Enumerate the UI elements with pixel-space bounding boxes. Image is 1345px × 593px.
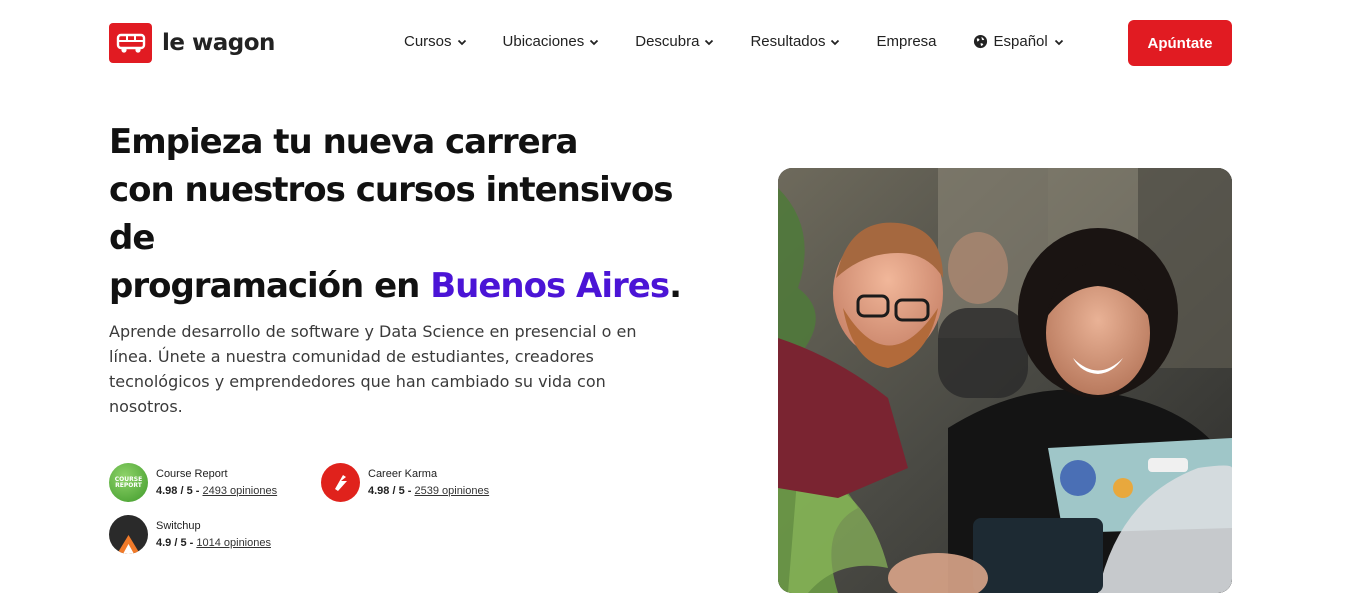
nav-item-label: Empresa xyxy=(876,33,937,50)
review-count-link[interactable]: 2493 opiniones xyxy=(202,485,277,497)
nav-item-label: Resultados xyxy=(750,33,826,50)
students-illustration xyxy=(778,168,1232,593)
switchup-logo-icon xyxy=(109,515,148,554)
hero-intro: Aprende desarrollo de software y Data Sc… xyxy=(109,322,637,416)
review-switchup: Switchup 4.9 / 5 - 1014 opiniones xyxy=(109,515,271,554)
headline-line-2: con nuestros cursos intensivos de xyxy=(109,170,674,258)
course-report-logo-icon: COURSE REPORT xyxy=(109,463,148,502)
course-report-logo-text: COURSE REPORT xyxy=(114,475,143,489)
review-count-link[interactable]: 1014 opiniones xyxy=(196,537,271,549)
language-label: Español xyxy=(993,33,1048,50)
headline-period: . xyxy=(669,266,682,306)
hero-photo xyxy=(778,168,1232,593)
chevron-down-icon xyxy=(1054,39,1063,45)
review-score-value: 4.98 / 5 xyxy=(368,485,405,497)
nav-item-label: Descubra xyxy=(635,33,700,50)
review-course-report: COURSE REPORT Course Report 4.98 / 5 - 2… xyxy=(109,463,277,502)
headline-line-1: Empieza tu nueva carrera xyxy=(109,122,578,162)
review-score: 4.98 / 5 - 2493 opiniones xyxy=(156,485,277,497)
review-source-name: Switchup xyxy=(156,520,201,532)
brand-logo[interactable]: le wagon xyxy=(109,23,275,63)
review-score: 4.9 / 5 - 1014 opiniones xyxy=(156,537,271,549)
chevron-down-icon xyxy=(831,39,840,45)
chevron-down-icon xyxy=(705,39,714,45)
review-count-link[interactable]: 2539 opiniones xyxy=(414,485,489,497)
review-source-name: Career Karma xyxy=(368,468,438,480)
review-career-karma: Career Karma 4.98 / 5 - 2539 opiniones xyxy=(321,463,489,502)
nav-item-label: Ubicaciones xyxy=(502,33,585,50)
globe-icon xyxy=(973,34,987,49)
nav-item-descubra[interactable]: Descubra xyxy=(635,33,714,50)
review-separator: - xyxy=(186,537,197,549)
headline-line-3: programación en xyxy=(109,266,431,306)
top-navbar: le wagon Cursos Ubicaciones Descubra Res… xyxy=(0,0,1345,86)
nav-item-label: Cursos xyxy=(404,33,452,50)
headline-city: Buenos Aires xyxy=(430,266,670,306)
language-selector[interactable]: Español xyxy=(973,33,1064,50)
brand-name: le wagon xyxy=(162,30,275,56)
career-karma-logo-icon xyxy=(321,463,360,502)
chevron-down-icon xyxy=(590,39,599,45)
nav-item-ubicaciones[interactable]: Ubicaciones xyxy=(503,33,600,50)
chevron-down-icon xyxy=(457,39,466,45)
nav-item-empresa[interactable]: Empresa xyxy=(876,33,936,50)
bus-logo-icon xyxy=(109,23,152,63)
nav-item-cursos[interactable]: Cursos xyxy=(404,33,467,50)
review-score-value: 4.9 / 5 xyxy=(156,537,187,549)
review-score-value: 4.98 / 5 xyxy=(156,485,193,497)
main-menu: Cursos Ubicaciones Descubra Resultados E… xyxy=(404,33,1064,50)
hero-headline: Empieza tu nueva carrera con nuestros cu… xyxy=(109,118,709,310)
signup-button[interactable]: Apúntate xyxy=(1128,20,1232,66)
review-source-name: Course Report xyxy=(156,468,228,480)
nav-item-resultados[interactable]: Resultados xyxy=(750,33,840,50)
review-score: 4.98 / 5 - 2539 opiniones xyxy=(368,485,489,497)
